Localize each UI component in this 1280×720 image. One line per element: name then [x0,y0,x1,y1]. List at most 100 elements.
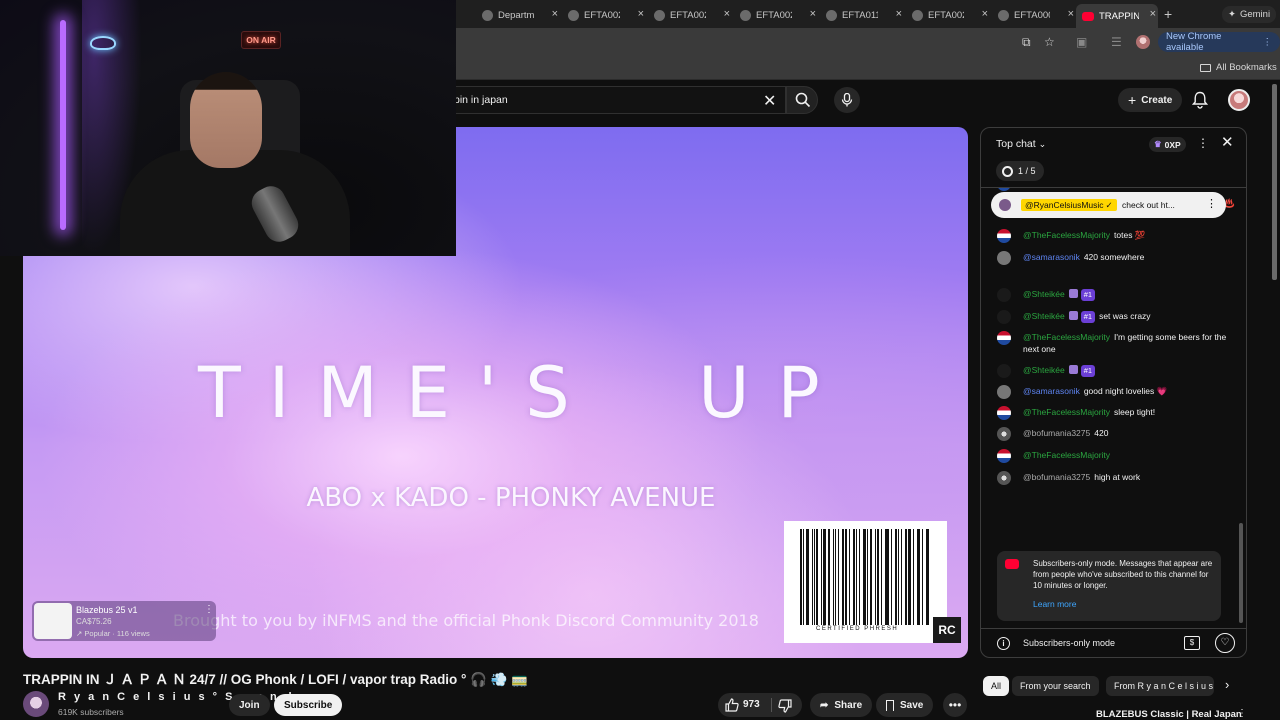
profile-avatar[interactable] [1136,35,1150,49]
avatar[interactable] [997,406,1011,420]
voice-search-button[interactable] [834,87,860,113]
browser-tab[interactable]: EFTA002( × [648,4,732,26]
heart-reaction-icon[interactable]: ♡ [1215,633,1235,653]
avatar[interactable] [997,471,1011,485]
chat-author[interactable]: @Shteikée [1023,365,1065,375]
like-count[interactable]: 973 [743,699,760,710]
all-bookmarks-button[interactable]: All Bookmarks [1200,62,1277,73]
more-actions-button[interactable]: ••• [943,693,967,717]
avatar[interactable] [997,385,1011,399]
close-tab-icon[interactable]: × [810,8,816,20]
chat-author[interactable]: @bofumania3275 [1023,472,1090,482]
avatar[interactable] [997,188,1011,191]
chat-author[interactable]: @TheFacelessMajority [1023,230,1110,240]
dislike-icon[interactable] [778,699,792,713]
avatar[interactable] [997,251,1011,265]
chip-from-your-search[interactable]: From your search [1012,676,1099,696]
chat-author[interactable]: @samarasonik [1023,386,1080,396]
xp-badge[interactable]: ♛ 0XP [1149,137,1186,152]
account-avatar[interactable] [1228,89,1250,111]
close-chat-icon[interactable]: ✕ [1221,133,1234,151]
close-tab-icon[interactable]: × [552,8,558,20]
chip-from-channel[interactable]: From R y a n C e l s i u s [1106,676,1214,696]
chat-author[interactable]: @bofumania3275 [1023,428,1090,438]
chat-message[interactable]: @bofumania3275 high at work [997,471,1237,485]
chat-author[interactable]: @TheFacelessMajority [1023,450,1110,460]
avatar[interactable] [997,427,1011,441]
browser-tab[interactable]: EFTA0117( × [820,4,904,26]
channel-avatar[interactable] [23,691,49,717]
chat-message[interactable]: @TheFacelessMajority I'm getting some bee… [997,331,1237,355]
save-button[interactable]: Save [876,693,934,717]
chat-message[interactable]: @TheFacelessMajority [997,449,1237,463]
new-chrome-available-button[interactable]: New Chrome available ⋮ [1158,31,1280,53]
avatar[interactable] [997,288,1011,302]
chat-message[interactable]: @TheFacelessMajority sleep tight! [997,406,1237,420]
share-button[interactable]: ➦ Share [810,693,873,717]
pinned-message[interactable]: @RyanCelsiusMusic ✓ check out ht... ⋮ [991,192,1226,218]
browser-tab-active[interactable]: TRAPPIN × [1076,4,1158,28]
chat-message[interactable]: @Shteikée #1 [997,288,1237,302]
browser-tab[interactable]: Departme × [476,4,560,26]
avatar[interactable] [997,449,1011,463]
join-button[interactable]: Join [229,694,270,716]
chat-message[interactable]: @samarasonik good night lovelies 💗 [997,385,1237,399]
gemini-button[interactable]: ✦ Gemini [1222,6,1277,23]
chat-message[interactable]: @samarasonik 420 somewhere [997,251,1237,265]
clear-search-icon[interactable]: ✕ [763,91,776,111]
avatar[interactable] [997,310,1011,324]
avatar[interactable] [997,229,1011,243]
bookmark-star-icon[interactable]: ☆ [1044,35,1055,49]
chat-author[interactable]: @TheFacelessMajority [1023,332,1110,342]
install-app-icon[interactable]: ⧉ [1022,35,1031,49]
chat-author[interactable]: @TheFacelessMajority [1023,407,1110,417]
chat-message[interactable]: @Shteikée #1 [997,364,1237,378]
close-tab-icon[interactable]: × [1068,8,1074,20]
more-vert-icon[interactable]: ⋮ [1237,708,1247,719]
chat-author[interactable]: @Shteikée [1023,289,1065,299]
new-tab-icon[interactable]: + [1164,6,1172,22]
extension-icon[interactable]: ▣ [1076,35,1087,49]
more-vert-icon[interactable]: ⋮ [204,604,214,615]
chat-author[interactable]: @samarasonik [1023,252,1080,262]
reading-list-icon[interactable]: ☰ [1111,35,1122,49]
close-tab-icon[interactable]: × [982,8,988,20]
subscribe-button[interactable]: Subscribe [274,694,343,716]
barcode-bar [891,529,893,625]
chat-message[interactable]: @TheFacelessMajority totes 💯 [997,229,1237,243]
close-tab-icon[interactable]: × [896,8,902,20]
browser-tab[interactable]: EFTA000( × [992,4,1076,26]
search-query[interactable]: pin in japan [454,94,508,106]
chat-message[interactable]: @TheFacelessMajorityending was ridiculou… [997,188,1237,191]
video-title: TRAPPIN IN Ｊ Ａ Ｐ Ａ Ｎ 24/7 // OG Phonk / … [23,672,529,687]
browser-tab[interactable]: EFTA002( × [734,4,818,26]
browser-tab[interactable]: EFTA002( × [562,4,646,26]
chip-all[interactable]: All [983,676,1010,696]
chat-mode-dropdown[interactable]: Top chat ⌄ [996,138,1046,150]
pinned-text: check out ht... [1122,200,1175,210]
chat-scrollbar[interactable] [1239,523,1243,623]
browser-tab[interactable]: EFTA002( × [906,4,990,26]
create-button[interactable]: + Create [1118,88,1183,112]
like-icon[interactable] [725,698,739,712]
avatar[interactable] [997,331,1011,345]
learn-more-link[interactable]: Learn more [1033,599,1076,609]
avatar[interactable] [997,364,1011,378]
more-vert-icon[interactable]: ⋮ [1206,197,1217,210]
page-scrollbar[interactable] [1272,84,1277,280]
recommended-video-title[interactable]: BLAZEBUS Classic | Real Japan [1096,709,1242,720]
close-tab-icon[interactable]: × [638,8,644,20]
engagement-pill[interactable]: 1 / 5 [996,161,1044,181]
search-button[interactable] [786,86,818,114]
chat-author[interactable]: @Shteikée [1023,311,1065,321]
close-tab-icon[interactable]: × [724,8,730,20]
address-bar[interactable] [456,31,1016,53]
chevron-right-icon[interactable]: › [1225,677,1229,692]
notifications-bell-icon[interactable] [1192,91,1208,109]
close-tab-icon[interactable]: × [1150,8,1156,20]
chat-message[interactable]: @Shteikée #1 set was crazy [997,310,1237,324]
chat-message[interactable]: @bofumania3275 420 [997,427,1237,441]
super-chat-icon[interactable]: $ [1184,636,1200,650]
product-shelf-card[interactable]: Blazebus 25 v1 CA$75.26 ↗ Popular · 116 … [32,601,216,641]
chat-more-icon[interactable]: ⋮ [1197,136,1209,150]
